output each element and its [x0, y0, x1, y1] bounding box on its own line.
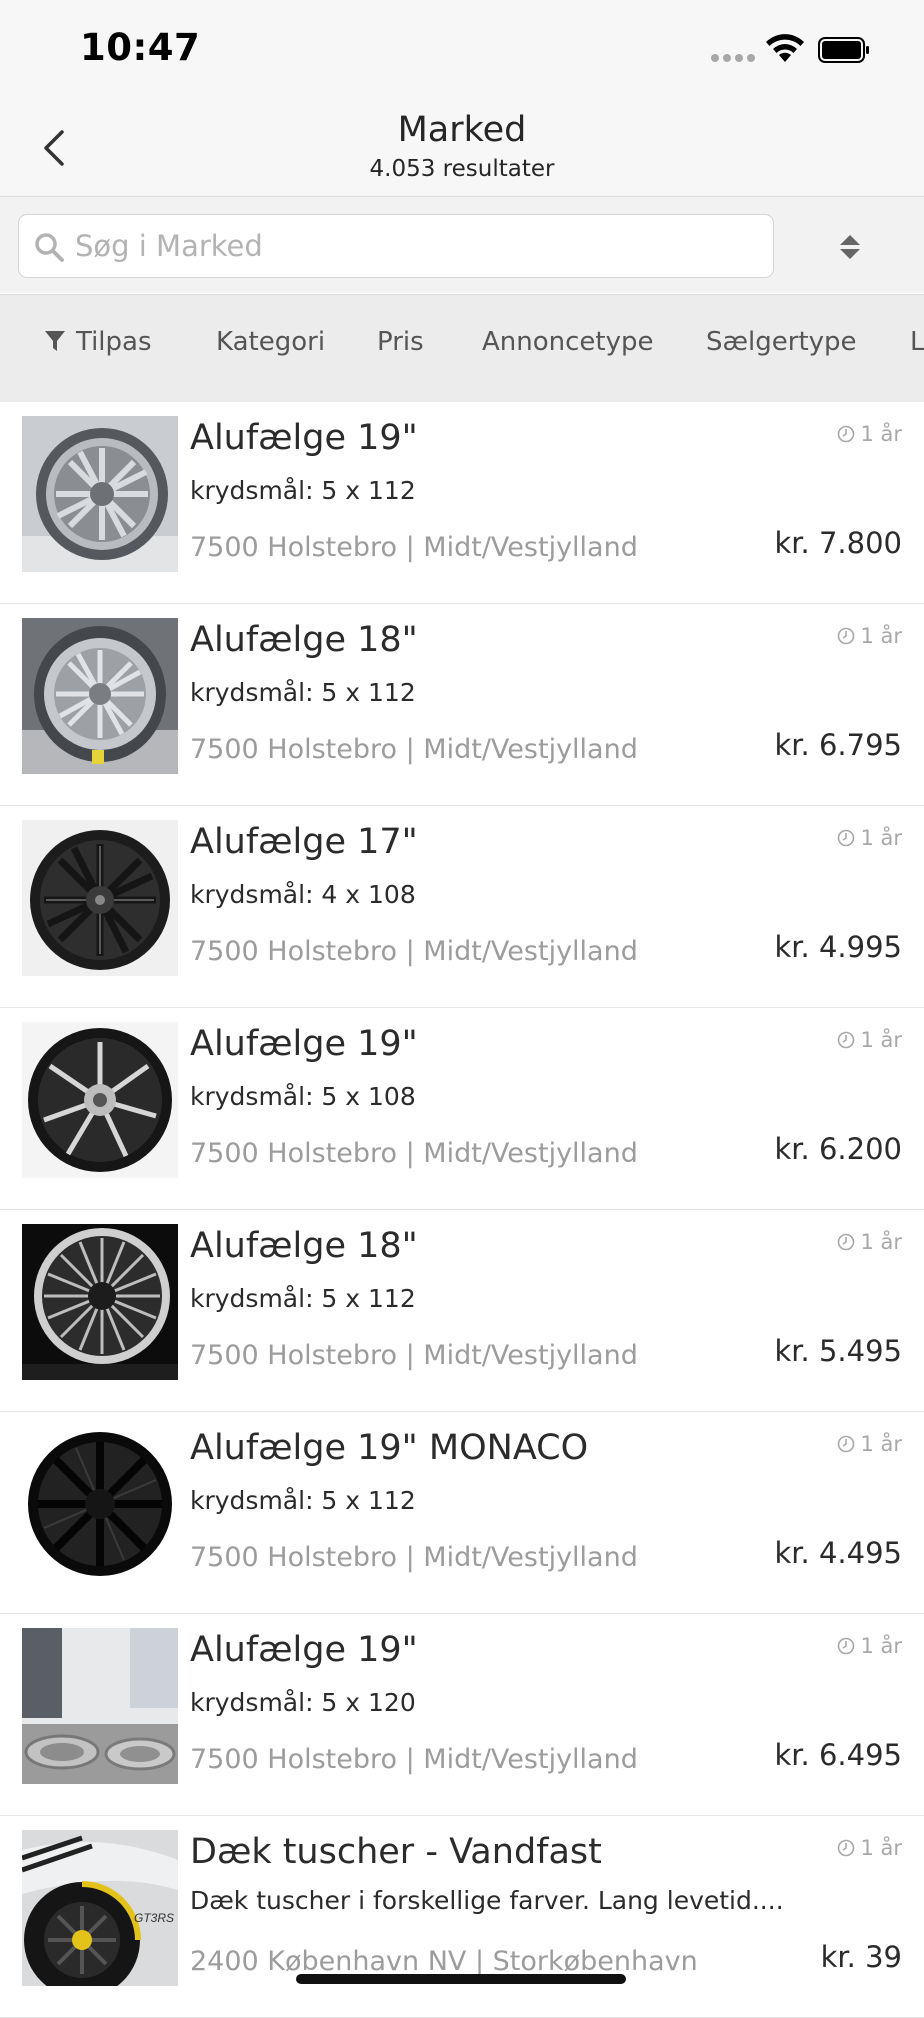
- status-bar: 10:47: [0, 0, 924, 100]
- listing-row[interactable]: Alufælge 18" krydsmål: 5 x 112 7500 Hols…: [0, 1210, 924, 1412]
- listing-age: 1 år: [837, 826, 902, 850]
- listing-age-text: 1 år: [860, 422, 902, 446]
- listing-title: Alufælge 19": [190, 1024, 418, 1064]
- listing-thumbnail: [22, 820, 178, 976]
- listing-age: 1 år: [837, 624, 902, 648]
- listing-age: 1 år: [837, 1634, 902, 1658]
- page-title: Marked: [397, 110, 527, 150]
- listing-row[interactable]: Alufælge 19" MONACO krydsmål: 5 x 112 75…: [0, 1412, 924, 1614]
- listing-title: Alufælge 19" MONACO: [190, 1428, 589, 1468]
- filter-chip-annoncetype[interactable]: Annoncetype: [482, 327, 654, 357]
- listing-age-text: 1 år: [860, 1028, 902, 1052]
- filter-icon: [45, 331, 65, 351]
- listing-price: kr. 4.995: [774, 930, 902, 964]
- listing-thumbnail: [22, 416, 178, 572]
- listing-age: 1 år: [837, 1230, 902, 1254]
- listing-detail: krydsmål: 5 x 112: [190, 1284, 416, 1313]
- listing-location: 7500 Holstebro | Midt/Vestjylland: [190, 1542, 638, 1573]
- listing-row[interactable]: Alufælge 19" krydsmål: 5 x 120 7500 Hols…: [0, 1614, 924, 1816]
- listing-thumbnail: GT3RS: [22, 1830, 178, 1986]
- svg-text:GT3RS: GT3RS: [134, 1911, 174, 1925]
- listing-age-text: 1 år: [860, 1230, 902, 1254]
- battery-icon: [818, 37, 869, 63]
- clock-icon: [838, 1233, 855, 1251]
- listing-price: kr. 4.495: [774, 1536, 902, 1570]
- listing-thumbnail: [22, 1628, 178, 1784]
- listing-age-text: 1 år: [860, 1836, 902, 1860]
- sort-icon[interactable]: [838, 233, 862, 261]
- listing-thumbnail: [22, 618, 178, 774]
- listing-title: Alufælge 18": [190, 620, 418, 660]
- search-row: Søg i Marked: [0, 197, 924, 293]
- clock-icon: [838, 627, 855, 645]
- listing-location: 7500 Holstebro | Midt/Vestjylland: [190, 532, 638, 563]
- listing-row[interactable]: Alufælge 19" krydsmål: 5 x 108 7500 Hols…: [0, 1008, 924, 1210]
- listing-price: kr. 6.795: [774, 728, 902, 762]
- search-icon: [35, 233, 64, 262]
- filter-chip-pris[interactable]: Pris: [377, 327, 424, 357]
- listing-price: kr. 39: [820, 1940, 902, 1974]
- listing-list: Alufælge 19" krydsmål: 5 x 112 7500 Hols…: [0, 402, 924, 2018]
- listing-age-text: 1 år: [860, 1432, 902, 1456]
- listing-price: kr. 6.200: [774, 1132, 902, 1166]
- listing-price: kr. 7.800: [774, 526, 902, 560]
- listing-title: Alufælge 18": [190, 1226, 418, 1266]
- listing-age-text: 1 år: [860, 826, 902, 850]
- search-placeholder: Søg i Marked: [75, 229, 263, 263]
- listing-thumbnail: [22, 1426, 178, 1582]
- listing-title: Alufælge 19": [190, 418, 418, 458]
- listing-detail: krydsmål: 5 x 112: [190, 678, 416, 707]
- signal-icon: [711, 54, 755, 64]
- wifi-icon: [766, 34, 804, 62]
- listing-detail: krydsmål: 5 x 108: [190, 1082, 416, 1111]
- filter-chip-tilpas[interactable]: Tilpas: [44, 327, 152, 357]
- listing-title: Alufælge 19": [190, 1630, 418, 1670]
- listing-detail: krydsmål: 5 x 112: [190, 476, 416, 505]
- clock-icon: [838, 425, 855, 443]
- listing-detail: krydsmål: 5 x 112: [190, 1486, 416, 1515]
- clock-icon: [838, 1435, 855, 1453]
- listing-age: 1 år: [837, 1432, 902, 1456]
- result-count: 4.053 resultater: [369, 156, 555, 182]
- listing-age-text: 1 år: [860, 624, 902, 648]
- clock-icon: [838, 1839, 855, 1857]
- listing-location: 7500 Holstebro | Midt/Vestjylland: [190, 1744, 638, 1775]
- listing-location: 2400 København NV | Storkøbenhavn: [190, 1946, 698, 1977]
- listing-age: 1 år: [837, 1836, 902, 1860]
- filter-chip-kategori[interactable]: Kategori: [216, 327, 325, 357]
- listing-row[interactable]: Alufælge 19" krydsmål: 5 x 112 7500 Hols…: [0, 402, 924, 604]
- clock-icon: [838, 1637, 855, 1655]
- listing-price: kr. 5.495: [774, 1334, 902, 1368]
- clock-icon: [838, 1031, 855, 1049]
- listing-title: Dæk tuscher - Vandfast: [190, 1832, 602, 1872]
- listing-description: Dæk tuscher i forskellige farver. Lang l…: [190, 1886, 784, 1915]
- listing-price: kr. 6.495: [774, 1738, 902, 1772]
- listing-thumbnail: [22, 1022, 178, 1178]
- listing-row[interactable]: Alufælge 17" krydsmål: 4 x 108 7500 Hols…: [0, 806, 924, 1008]
- listing-age-text: 1 år: [860, 1634, 902, 1658]
- listing-location: 7500 Holstebro | Midt/Vestjylland: [190, 734, 638, 765]
- listing-row[interactable]: GT3RS Dæk tuscher - Vandfast Dæk tuscher…: [0, 1816, 924, 2018]
- navigation-bar: Marked 4.053 resultater: [0, 100, 924, 197]
- filter-bar: Tilpas Kategori Pris Annoncetype Sælgert…: [0, 294, 924, 403]
- listing-location: 7500 Holstebro | Midt/Vestjylland: [190, 936, 638, 967]
- filter-chip-label: Tilpas: [76, 327, 152, 357]
- listing-detail: krydsmål: 4 x 108: [190, 880, 416, 909]
- filter-chip-overflow[interactable]: L: [910, 327, 924, 357]
- listing-age: 1 år: [837, 422, 902, 446]
- listing-row[interactable]: Alufælge 18" krydsmål: 5 x 112 7500 Hols…: [0, 604, 924, 806]
- filter-chip-saelgertype[interactable]: Sælgertype: [706, 327, 857, 357]
- listing-thumbnail: [22, 1224, 178, 1380]
- listing-age: 1 år: [837, 1028, 902, 1052]
- listing-title: Alufælge 17": [190, 822, 418, 862]
- clock-icon: [838, 829, 855, 847]
- listing-detail: krydsmål: 5 x 120: [190, 1688, 416, 1717]
- listing-location: 7500 Holstebro | Midt/Vestjylland: [190, 1138, 638, 1169]
- listing-location: 7500 Holstebro | Midt/Vestjylland: [190, 1340, 638, 1371]
- status-time: 10:47: [80, 26, 201, 69]
- search-input[interactable]: Søg i Marked: [18, 214, 774, 278]
- home-indicator: [296, 1974, 626, 1984]
